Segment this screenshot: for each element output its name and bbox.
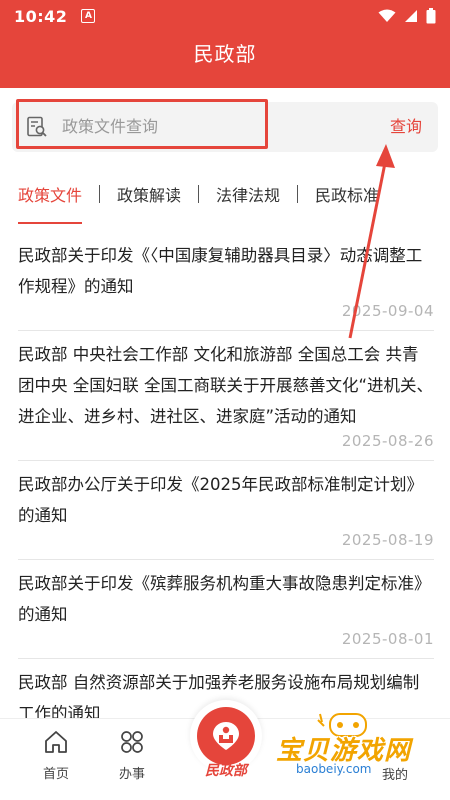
nav-services-label: 办事 [118,767,145,782]
status-time: 10:42 [14,6,68,26]
article-list: 民政部关于印发《〈中国康复辅助器具目录〉动态调整工作规程》的通知 2025-09… [18,232,434,758]
tab-divider [99,185,101,203]
list-item[interactable]: 民政部关于印发《殡葬服务机构重大事故隐患判定标准》的通知 2025-08-01 [18,560,434,659]
nav-home[interactable]: 首页 [26,729,86,782]
page-title: 民政部 [193,42,257,66]
article-title: 民政部 中央社会工作部 文化和旅游部 全国总工会 共青团中央 全国妇联 全国工商… [18,345,434,426]
document-search-icon [27,116,47,137]
tab-divider [297,185,299,203]
wifi-icon [378,9,396,22]
center-button-circle [197,707,255,765]
signal-icon [405,10,417,22]
center-button-label: 民政部 [205,763,247,779]
civil-affairs-logo-icon [213,722,239,750]
article-date: 2025-08-19 [341,531,434,549]
tab-laws-regulations[interactable]: 法律法规 [216,172,280,216]
article-title: 民政部办公厅关于印发《2025年民政部标准制定计划》的通知 [18,475,423,525]
home-icon [45,731,67,753]
grid-icon [121,731,143,753]
category-tabs: 政策文件 政策解读 法律法规 民政标准 [0,166,450,224]
tab-civil-affairs-standards[interactable]: 民政标准 [315,172,379,216]
article-date: 2025-08-01 [341,630,434,648]
article-date: 2025-09-04 [341,302,434,320]
article-title: 民政部关于印发《〈中国康复辅助器具目录〉动态调整工作规程》的通知 [18,246,423,296]
watermark-url: baobeiy.com [294,762,374,776]
list-item[interactable]: 民政部关于印发《〈中国康复辅助器具目录〉动态调整工作规程》的通知 2025-09… [18,232,434,331]
search-input[interactable] [62,112,262,140]
notification-icon: A [81,9,96,23]
status-bar: 10:42 A [0,0,450,32]
nav-home-label: 首页 [42,767,69,782]
search-button[interactable]: 查询 [390,113,422,137]
battery-icon [426,8,436,24]
app-header: 10:42 A 民政部 [0,0,450,88]
tab-policy-documents[interactable]: 政策文件 [18,172,83,224]
list-item[interactable]: 民政部 中央社会工作部 文化和旅游部 全国总工会 共青团中央 全国妇联 全国工商… [18,331,434,461]
nav-services[interactable]: 办事 [102,729,162,782]
tab-policy-interpretation[interactable]: 政策解读 [117,172,181,216]
list-item[interactable]: 民政部办公厅关于印发《2025年民政部标准制定计划》的通知 2025-08-19 [18,461,434,560]
article-title: 民政部关于印发《殡葬服务机构重大事故隐患判定标准》的通知 [18,574,431,624]
tab-divider [198,185,200,203]
article-date: 2025-08-26 [341,432,434,450]
